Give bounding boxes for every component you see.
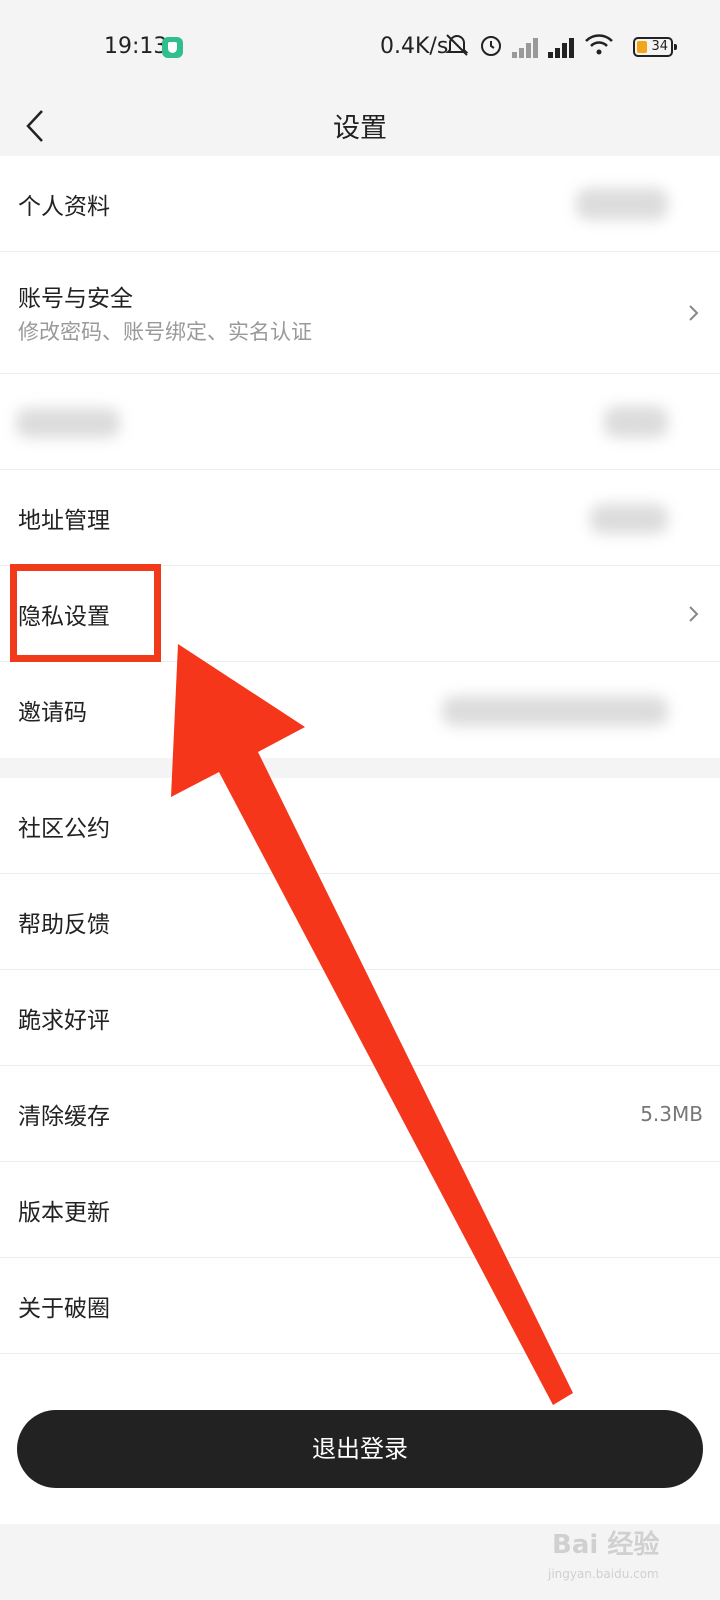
annotation-arrow: [171, 644, 573, 1405]
watermark-url: jingyan.baidu.com: [548, 1567, 659, 1581]
watermark-logo: Bai 经验: [552, 1530, 660, 1560]
